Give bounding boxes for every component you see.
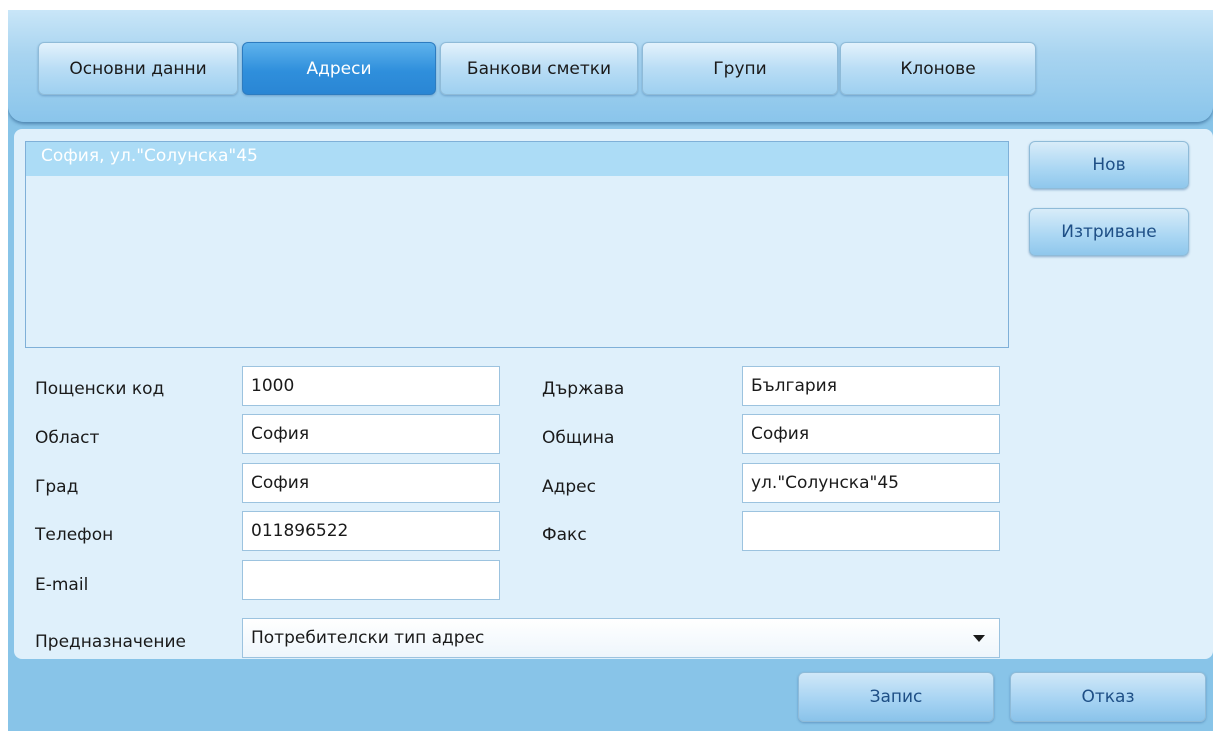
cancel-button[interactable]: Отказ bbox=[1010, 672, 1206, 722]
dialog-window: Основни данни Адреси Банкови сметки Груп… bbox=[8, 10, 1213, 731]
tab-basic-data[interactable]: Основни данни bbox=[38, 42, 238, 95]
address-field[interactable]: ул."Солунска"45 bbox=[742, 463, 1000, 503]
purpose-select[interactable]: Потребителски тип адрес bbox=[242, 618, 1000, 658]
tab-bank-accounts[interactable]: Банкови сметки bbox=[440, 42, 638, 95]
tab-branches[interactable]: Клонове bbox=[840, 42, 1036, 95]
list-item[interactable]: София, ул."Солунска"45 bbox=[26, 142, 1008, 176]
address-list[interactable]: София, ул."Солунска"45 bbox=[25, 141, 1009, 348]
tab-groups[interactable]: Групи bbox=[642, 42, 838, 95]
addresses-panel: София, ул."Солунска"45 Нов Изтриване Пощ… bbox=[14, 129, 1213, 659]
postal-code-field[interactable]: 1000 bbox=[242, 366, 500, 406]
city-field[interactable]: София bbox=[242, 463, 500, 503]
city-label: Град bbox=[35, 477, 79, 497]
tab-addresses[interactable]: Адреси bbox=[242, 42, 436, 95]
municipality-label: Община bbox=[542, 428, 615, 448]
delete-button[interactable]: Изтриване bbox=[1029, 208, 1189, 256]
save-button[interactable]: Запис bbox=[798, 672, 994, 722]
purpose-label: Предназначение bbox=[35, 632, 187, 652]
new-button[interactable]: Нов bbox=[1029, 141, 1189, 189]
region-field[interactable]: София bbox=[242, 414, 500, 454]
chevron-down-icon[interactable] bbox=[973, 635, 985, 642]
phone-field[interactable]: 011896522 bbox=[242, 511, 500, 551]
postal-code-label: Пощенски код bbox=[35, 379, 165, 399]
region-label: Област bbox=[35, 428, 100, 448]
purpose-select-value: Потребителски тип адрес bbox=[251, 628, 485, 648]
tab-bar: Основни данни Адреси Банкови сметки Груп… bbox=[8, 10, 1213, 122]
phone-label: Телефон bbox=[35, 525, 114, 545]
email-label: E-mail bbox=[35, 575, 89, 595]
fax-field[interactable] bbox=[742, 511, 1000, 551]
municipality-field[interactable]: София bbox=[742, 414, 1000, 454]
address-label: Адрес bbox=[542, 477, 596, 497]
email-field[interactable] bbox=[242, 560, 500, 600]
fax-label: Факс bbox=[542, 525, 587, 545]
country-label: Държава bbox=[542, 379, 625, 399]
country-field[interactable]: България bbox=[742, 366, 1000, 406]
